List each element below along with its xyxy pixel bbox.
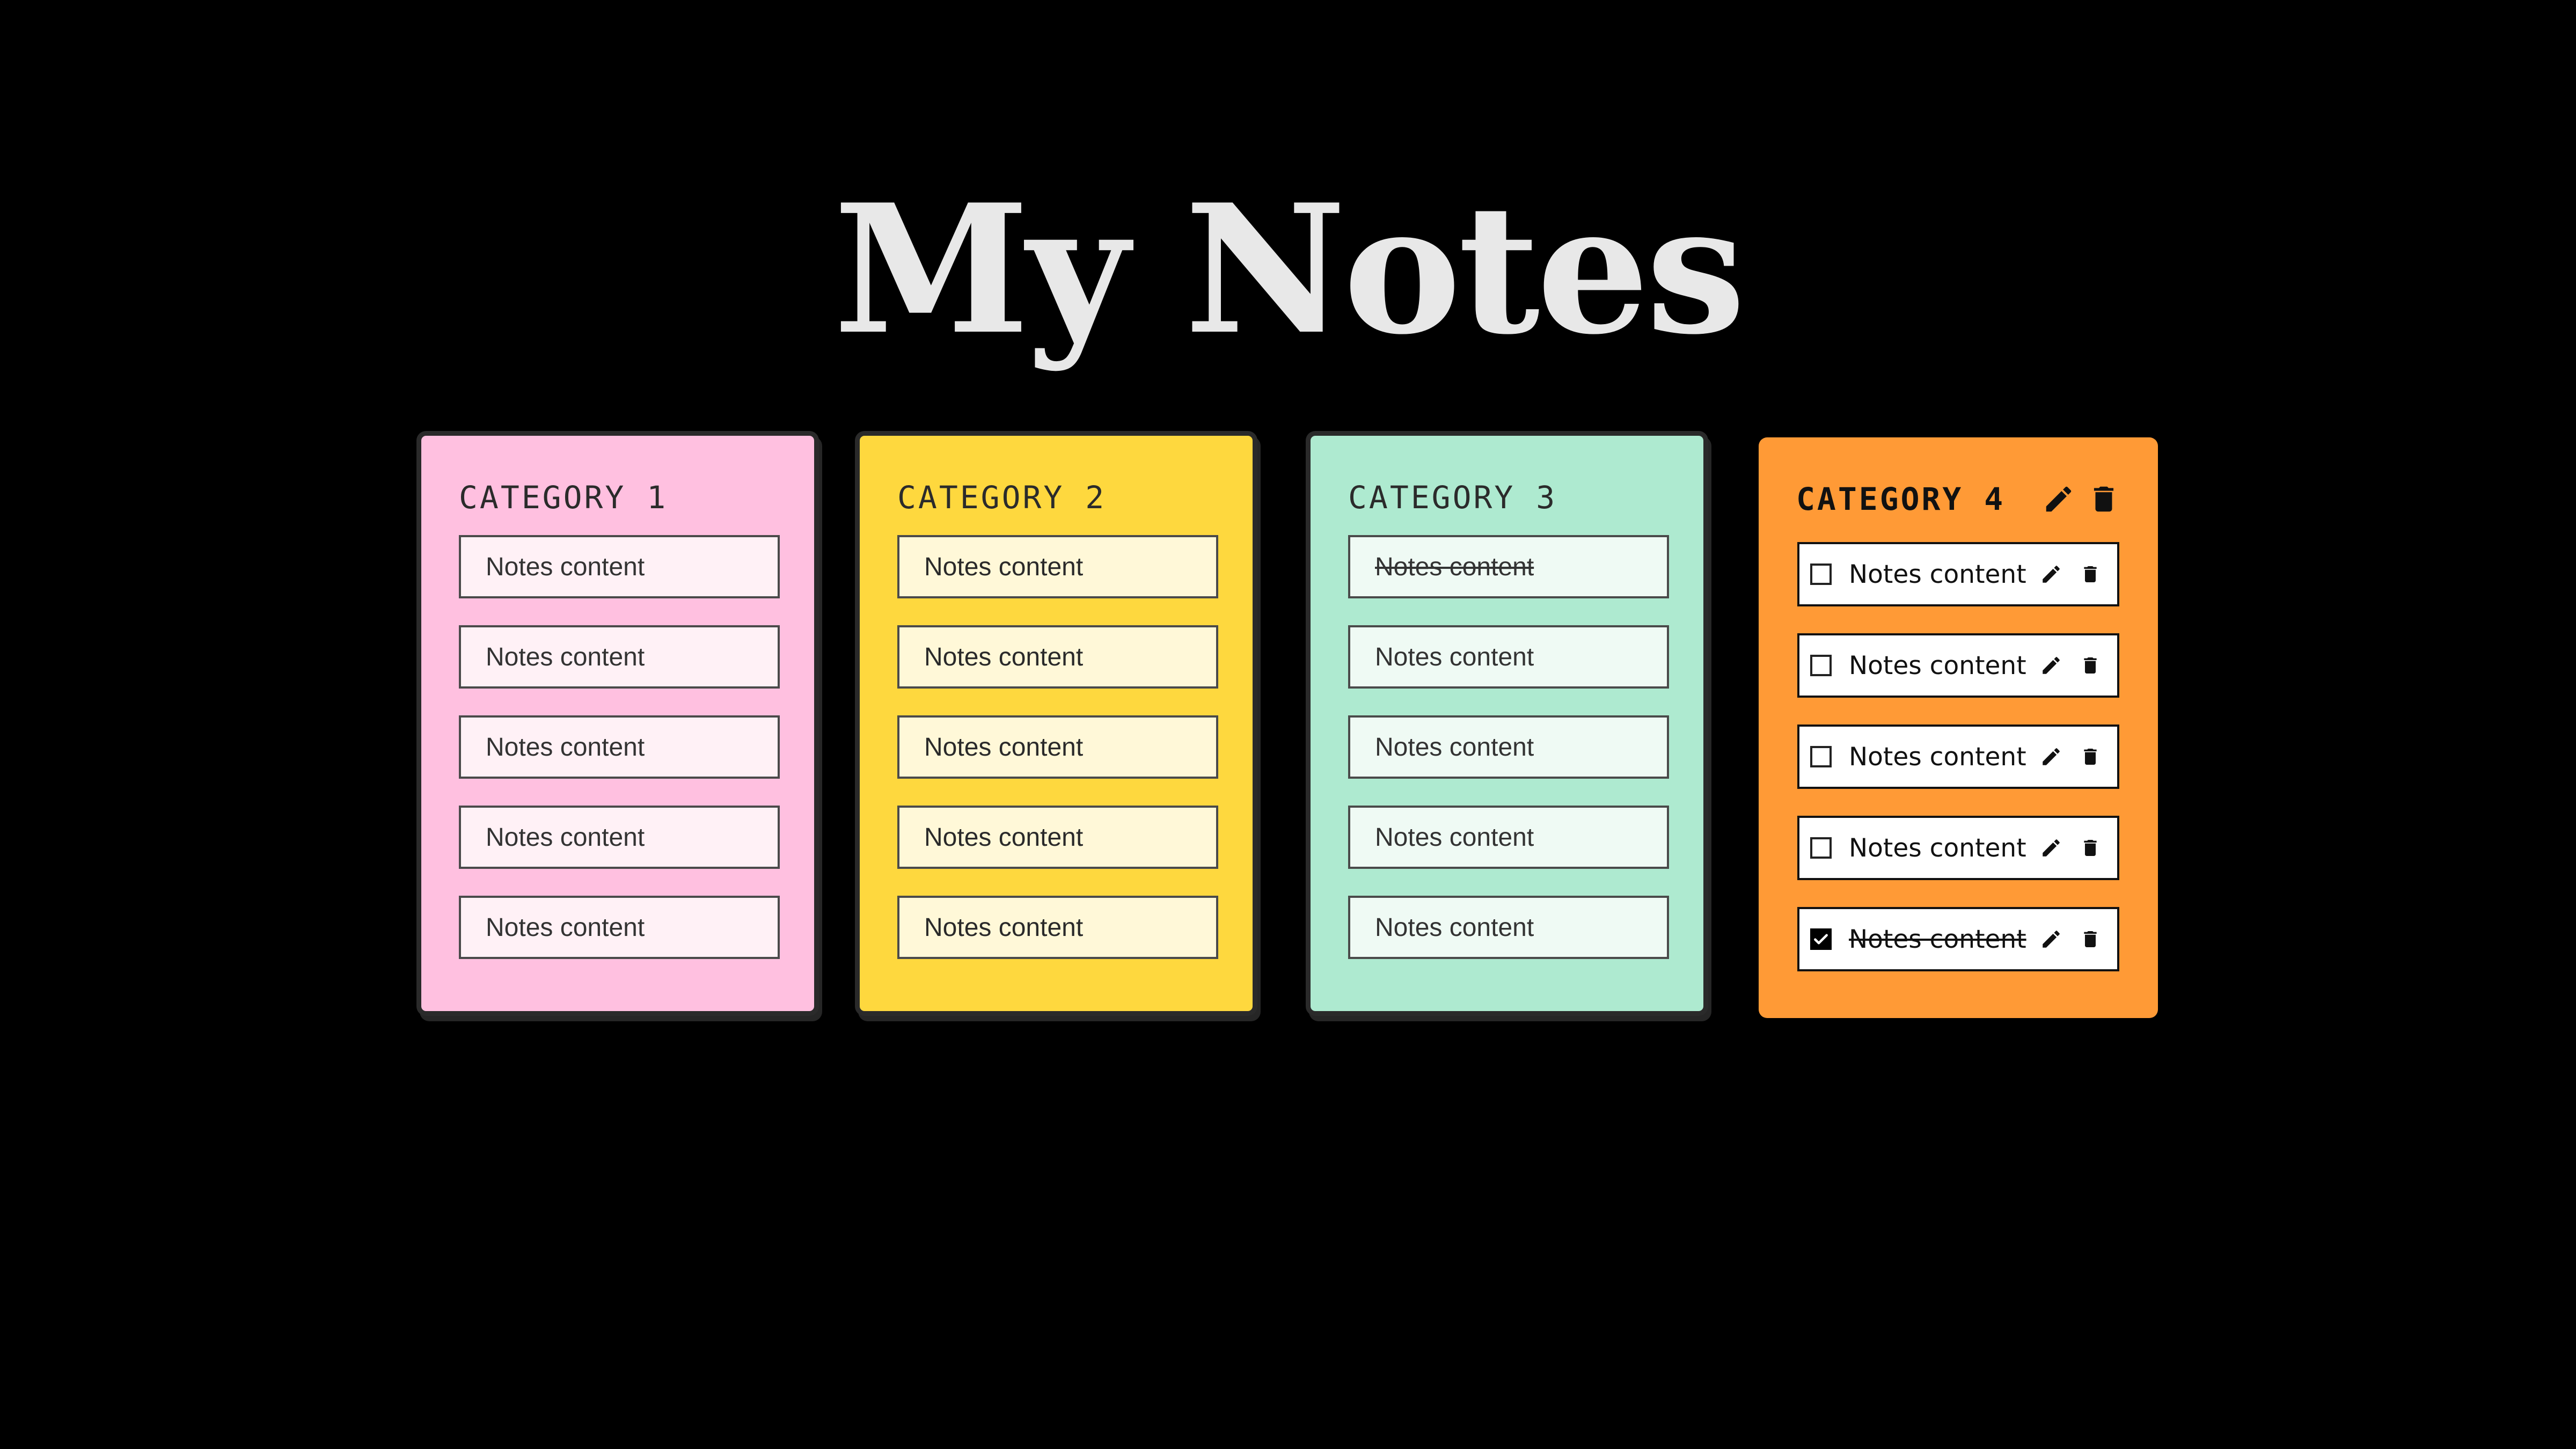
category-card-1: CATEGORY 1 Notes content Notes content N… <box>416 431 819 1016</box>
category-title: CATEGORY 3 <box>1348 479 1557 516</box>
note-text: Notes content <box>1849 924 2026 954</box>
pencil-icon[interactable] <box>2040 745 2062 768</box>
checkmark-icon <box>1814 934 1828 945</box>
note-actions <box>2040 563 2101 586</box>
note-item[interactable]: Notes content <box>1348 896 1669 959</box>
note-item[interactable]: Notes content <box>459 535 780 598</box>
note-item[interactable]: Notes content <box>897 715 1218 779</box>
note-text: Notes content <box>1375 642 1534 671</box>
note-checkbox[interactable] <box>1810 746 1832 767</box>
category-actions <box>2042 482 2120 516</box>
category-header: CATEGORY 2 <box>897 473 1215 522</box>
note-actions <box>2040 654 2101 677</box>
note-actions <box>2040 928 2101 950</box>
notes-list: Notes content Notes content Notes conten… <box>459 535 780 986</box>
note-text: Notes content <box>1849 742 2026 772</box>
note-item[interactable]: Notes content <box>897 535 1218 598</box>
note-item[interactable]: Notes content <box>459 896 780 959</box>
note-item[interactable]: Notes content <box>897 806 1218 869</box>
note-item[interactable]: Notes content <box>1348 625 1669 689</box>
note-item[interactable]: Notes content <box>459 625 780 689</box>
category-title: CATEGORY 1 <box>459 479 668 516</box>
trash-icon[interactable] <box>2080 837 2101 859</box>
note-item[interactable]: Notes content <box>897 896 1218 959</box>
notes-list: Notes content Notes content Notes conten… <box>1348 535 1669 986</box>
note-text: Notes content <box>1375 733 1534 762</box>
note-text: Notes content <box>1849 833 2026 863</box>
category-header: CATEGORY 1 <box>459 473 777 522</box>
note-item[interactable]: Notes content <box>1348 715 1669 779</box>
trash-icon[interactable] <box>2080 564 2101 585</box>
note-actions <box>2040 745 2101 768</box>
category-header: CATEGORY 4 <box>1796 475 2120 523</box>
pencil-icon[interactable] <box>2040 654 2062 677</box>
category-card-3: CATEGORY 3 Notes content Notes content N… <box>1306 431 1708 1016</box>
note-text: Notes content <box>924 642 1084 671</box>
note-item[interactable]: Notes content <box>459 715 780 779</box>
note-checkbox[interactable] <box>1810 837 1832 859</box>
note-checkbox[interactable] <box>1810 655 1832 676</box>
note-text: Notes content <box>1375 823 1534 852</box>
note-item[interactable]: Notes content <box>1797 907 2119 971</box>
category-card-2: CATEGORY 2 Notes content Notes content N… <box>855 431 1257 1016</box>
note-text: Notes content <box>1849 559 2026 589</box>
note-item[interactable]: Notes content <box>1348 806 1669 869</box>
pencil-icon[interactable] <box>2042 482 2075 516</box>
note-text: Notes content <box>924 823 1084 852</box>
note-text: Notes content <box>1849 650 2026 680</box>
category-title: CATEGORY 2 <box>897 479 1107 516</box>
notes-list: Notes content Notes content Notes conten… <box>1797 542 2119 998</box>
note-item[interactable]: Notes content <box>1797 633 2119 698</box>
category-title: CATEGORY 4 <box>1796 481 2006 517</box>
note-text: Notes content <box>486 913 645 942</box>
note-text: Notes content <box>1375 913 1534 942</box>
note-checkbox-checked[interactable] <box>1810 928 1832 950</box>
note-text: Notes content <box>924 733 1084 762</box>
category-card-4: CATEGORY 4 Notes content Notes content N… <box>1759 437 2158 1018</box>
note-text: Notes content <box>486 733 645 762</box>
page-title: My Notes <box>833 165 1746 374</box>
note-text: Notes content <box>924 913 1084 942</box>
note-item[interactable]: Notes content <box>897 625 1218 689</box>
note-item[interactable]: Notes content <box>1797 542 2119 606</box>
pencil-icon[interactable] <box>2040 837 2062 859</box>
note-item[interactable]: Notes content <box>1797 724 2119 789</box>
category-header: CATEGORY 3 <box>1348 473 1666 522</box>
note-item[interactable]: Notes content <box>459 806 780 869</box>
trash-icon[interactable] <box>2080 928 2101 950</box>
pencil-icon[interactable] <box>2040 563 2062 586</box>
pencil-icon[interactable] <box>2040 928 2062 950</box>
note-actions <box>2040 837 2101 859</box>
trash-icon[interactable] <box>2080 746 2101 767</box>
note-item[interactable]: Notes content <box>1348 535 1669 598</box>
note-text: Notes content <box>486 823 645 852</box>
note-text: Notes content <box>1375 552 1534 581</box>
note-text: Notes content <box>486 642 645 671</box>
note-checkbox[interactable] <box>1810 564 1832 585</box>
trash-icon[interactable] <box>2080 655 2101 676</box>
notes-list: Notes content Notes content Notes conten… <box>897 535 1218 986</box>
note-text: Notes content <box>486 552 645 581</box>
note-item[interactable]: Notes content <box>1797 816 2119 880</box>
note-text: Notes content <box>924 552 1084 581</box>
trash-icon[interactable] <box>2087 482 2120 516</box>
